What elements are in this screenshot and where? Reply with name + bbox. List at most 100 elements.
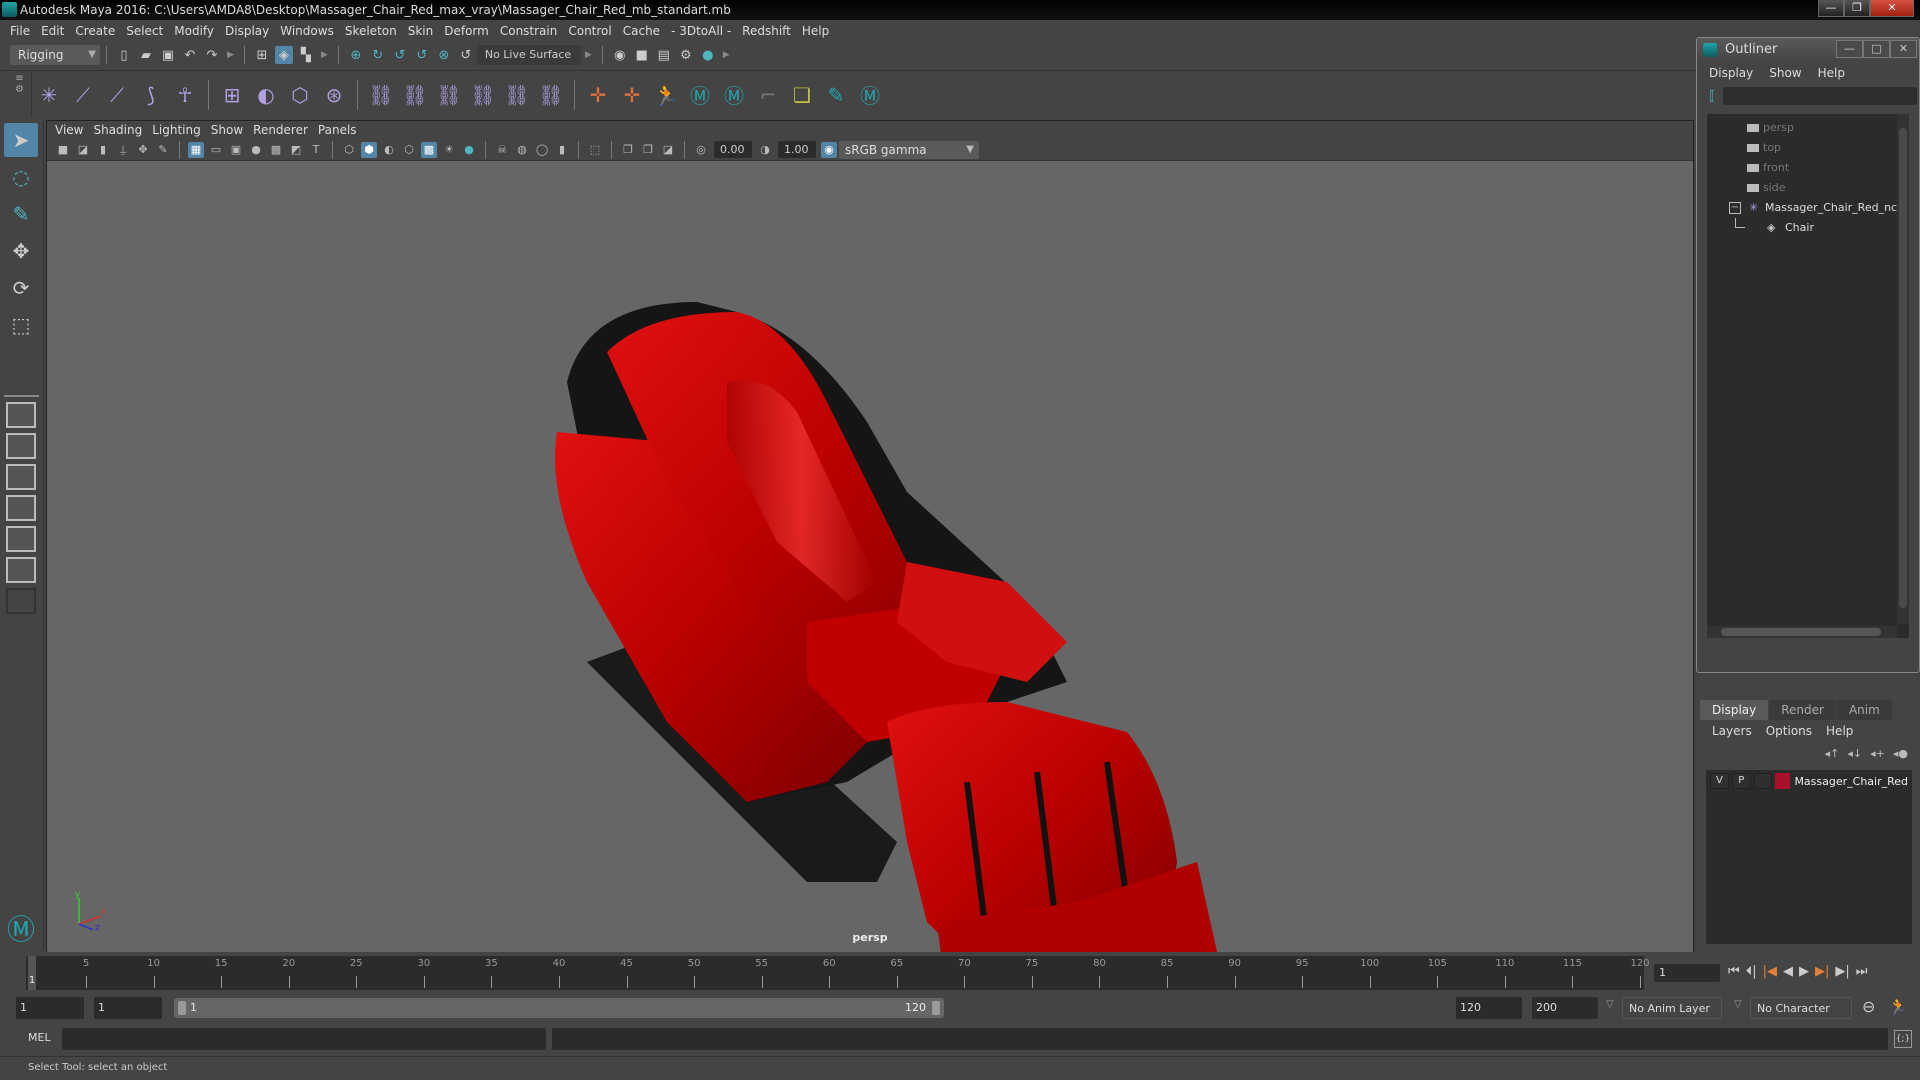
menu-cache[interactable]: Cache <box>621 21 669 41</box>
collapse-arrow-icon[interactable]: ▶ <box>585 50 592 60</box>
more-layouts-icon[interactable] <box>6 588 36 614</box>
render-view-icon[interactable]: ◉ <box>611 46 629 64</box>
scale-tool-icon[interactable]: ⬚ <box>4 308 38 342</box>
outliner-close-button[interactable]: ✕ <box>1890 40 1917 58</box>
menu-create[interactable]: Create <box>73 21 124 41</box>
move-layer-up-icon[interactable]: ◂↑ <box>1825 747 1840 760</box>
lasso-tool-icon[interactable]: ◌ <box>4 160 38 194</box>
range-end-handle[interactable] <box>932 1001 940 1015</box>
new-scene-icon[interactable]: ▯ <box>115 46 133 64</box>
depth-of-field-icon[interactable]: ▮ <box>554 142 570 158</box>
screen-space-ao-icon[interactable]: ☠ <box>494 142 510 158</box>
snap-live-icon[interactable]: ↺ <box>457 46 475 64</box>
gate-mask-icon[interactable]: ● <box>248 142 264 158</box>
isolate-select-icon[interactable]: ⬚ <box>587 142 603 158</box>
panel-menu-shading[interactable]: Shading <box>93 121 152 139</box>
exposure-icon[interactable]: ◎ <box>693 142 709 158</box>
step-forward-frame-icon[interactable]: ▶| <box>1835 964 1849 979</box>
collapse-arrow-icon[interactable]: ▶ <box>723 50 730 60</box>
film-gate-icon[interactable]: ▭ <box>208 142 224 158</box>
bookmark-icon[interactable]: ▮ <box>95 142 111 158</box>
shadows-icon[interactable]: ● <box>461 142 477 158</box>
menu-modify[interactable]: Modify <box>172 21 223 41</box>
undo-icon[interactable]: ↶ <box>181 46 199 64</box>
massager-chair-model[interactable] <box>47 162 1693 952</box>
panel-menu-view[interactable]: View <box>55 121 93 139</box>
hypershade-icon[interactable]: ● <box>699 46 717 64</box>
play-forwards-icon[interactable]: ▶ <box>1799 964 1809 979</box>
character-set-dropdown[interactable]: No Character Set <box>1750 997 1852 1037</box>
layer-playback-toggle[interactable]: P <box>1731 773 1751 789</box>
animation-start-field[interactable]: 1 <box>16 997 84 1019</box>
motion-blur-icon[interactable]: ◍ <box>514 142 530 158</box>
scale-constraint-icon[interactable]: ⛓ <box>468 80 498 110</box>
humanik-icon[interactable]: ☥ <box>170 80 200 110</box>
outliner-minimize-button[interactable]: — <box>1836 40 1863 58</box>
live-surface-field[interactable]: No Live Surface <box>476 45 581 65</box>
script-language-label[interactable]: MEL <box>28 1031 51 1044</box>
current-frame-field[interactable]: 1 <box>1654 964 1720 982</box>
maya-logo-icon[interactable]: Ⓜ <box>855 80 885 110</box>
menu-display[interactable]: Display <box>223 21 278 41</box>
snap-view-icon[interactable]: ↺ <box>413 46 431 64</box>
range-slider[interactable]: 1 120 <box>174 998 944 1018</box>
smooth-bind-icon[interactable]: ◐ <box>251 80 281 110</box>
collapse-toggle-icon[interactable]: − <box>1729 202 1741 214</box>
xray-icon[interactable]: ❐ <box>620 142 636 158</box>
aim-constraint-icon[interactable]: ⛓ <box>502 80 532 110</box>
2d-pan-zoom-icon[interactable]: ✥ <box>135 142 151 158</box>
step-back-frame-icon[interactable]: ⏴| <box>1746 964 1757 979</box>
go-to-start-icon[interactable]: ⏮ <box>1728 964 1740 979</box>
menu-skin[interactable]: Skin <box>406 21 443 41</box>
current-time-marker[interactable]: 1 <box>28 956 36 990</box>
select-tool-icon[interactable]: ➤ <box>4 123 38 157</box>
bind-skin-icon[interactable]: ⊞ <box>217 80 247 110</box>
textured-icon[interactable]: ▩ <box>421 141 437 158</box>
four-pane-layout-icon[interactable] <box>6 433 36 459</box>
panel-menu-panels[interactable]: Panels <box>318 121 367 139</box>
outliner-vertical-scrollbar[interactable] <box>1897 114 1909 624</box>
tab-render[interactable]: Render <box>1769 700 1836 720</box>
field-chart-icon[interactable]: ▩ <box>268 142 284 158</box>
anti-aliasing-icon[interactable]: ◯ <box>534 142 550 158</box>
menu-redshift[interactable]: Redshift <box>740 21 800 41</box>
panel-menu-renderer[interactable]: Renderer <box>253 121 318 139</box>
xray-active-icon[interactable]: ❐ <box>640 142 656 158</box>
render-settings-icon[interactable]: ⚙ <box>677 46 695 64</box>
outliner-item-persp[interactable]: persp <box>1707 118 1909 138</box>
redo-icon[interactable]: ↷ <box>203 46 221 64</box>
maya-logo-icon[interactable]: Ⓜ <box>719 80 749 110</box>
menu-edit[interactable]: Edit <box>39 21 73 41</box>
outliner-menu-display[interactable]: Display <box>1709 62 1769 84</box>
ik-handle-icon[interactable]: ⟋ <box>68 80 98 110</box>
outliner-menu-show[interactable]: Show <box>1769 62 1817 84</box>
anim-layer-dropdown[interactable]: No Anim Layer <box>1622 997 1722 1019</box>
close-button[interactable]: ✕ <box>1870 0 1914 17</box>
ik-spring-icon[interactable]: ⟆ <box>136 80 166 110</box>
color-management-toggle-icon[interactable]: ◉ <box>821 141 837 158</box>
ik-spline-icon[interactable]: ⟋ <box>102 80 132 110</box>
menu-windows[interactable]: Windows <box>278 21 343 41</box>
exposure-field[interactable]: 0.00 <box>714 141 752 158</box>
point-constraint-icon[interactable]: ⛓ <box>400 80 430 110</box>
menu-control[interactable]: Control <box>566 21 620 41</box>
layer-color-swatch[interactable] <box>1775 773 1791 789</box>
layer-menu-options[interactable]: Options <box>1766 720 1826 742</box>
resolution-gate-icon[interactable]: ▣ <box>228 142 244 158</box>
pole-vector-icon[interactable]: ⛓ <box>536 80 566 110</box>
hierarchy-mode-icon[interactable]: ⊞ <box>253 46 271 64</box>
maya-logo-icon[interactable]: Ⓜ <box>685 80 715 110</box>
maximize-button[interactable]: ❐ <box>1844 0 1870 17</box>
safe-action-icon[interactable]: ◩ <box>288 142 304 158</box>
outliner-menu-help[interactable]: Help <box>1818 62 1861 84</box>
layers-icon[interactable]: ❏ <box>787 80 817 110</box>
outliner-horizontal-scrollbar[interactable] <box>1707 626 1897 638</box>
use-default-material-icon[interactable]: ◐ <box>381 142 397 158</box>
orient-constraint-icon[interactable]: ⛓ <box>434 80 464 110</box>
collapse-arrow-icon[interactable]: ▶ <box>321 50 328 60</box>
parent-constraint-icon[interactable]: ⛓ <box>366 80 396 110</box>
safe-title-icon[interactable]: T <box>308 142 324 158</box>
snap-grid-icon[interactable]: ⊕ <box>347 46 365 64</box>
joint-tool-icon[interactable]: ✳ <box>34 80 64 110</box>
gamma-icon[interactable]: ◑ <box>757 142 773 158</box>
